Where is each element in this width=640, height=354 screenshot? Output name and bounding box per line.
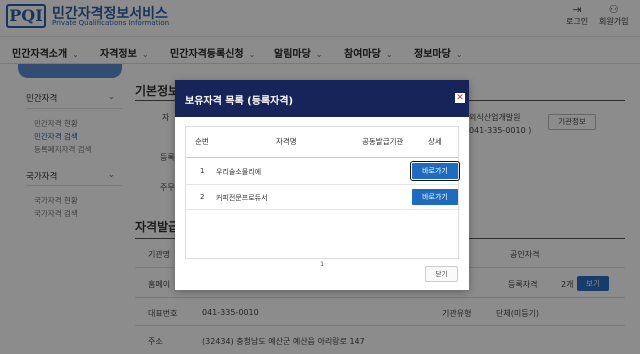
modal-header: 보유자격 목록 (등록자격) ✕ <box>175 80 469 117</box>
quals-modal: 보유자격 목록 (등록자격) ✕ 순번 자격명 공동발급기관 상세 1 우리술소… <box>175 80 469 290</box>
pagination-page[interactable]: 1 <box>320 260 324 268</box>
row-no: 1 <box>200 167 205 175</box>
divider <box>186 157 458 158</box>
go-button[interactable]: 바로가기 <box>410 161 460 181</box>
row-qual-name: 커피전문프로듀서 <box>216 194 268 202</box>
modal-title: 보유자격 목록 (등록자격) <box>185 96 294 107</box>
divider <box>186 184 458 185</box>
quals-table: 순번 자격명 공동발급기관 상세 1 우리술소믈리에 바로가기 2 커피전문프로… <box>185 126 460 268</box>
column-header-no: 순번 <box>195 137 209 146</box>
column-header-detail: 상세 <box>428 137 442 146</box>
modal-close-button[interactable]: 닫기 <box>425 266 458 282</box>
column-header-name: 자격명 <box>276 137 297 146</box>
row-qual-name: 우리술소믈리에 <box>216 168 262 176</box>
divider <box>186 209 458 210</box>
close-icon[interactable]: ✕ <box>455 93 465 103</box>
column-header-co-org: 공동발급기관 <box>362 137 404 146</box>
row-no: 2 <box>200 193 205 201</box>
go-button[interactable]: 바로가기 <box>412 189 458 205</box>
